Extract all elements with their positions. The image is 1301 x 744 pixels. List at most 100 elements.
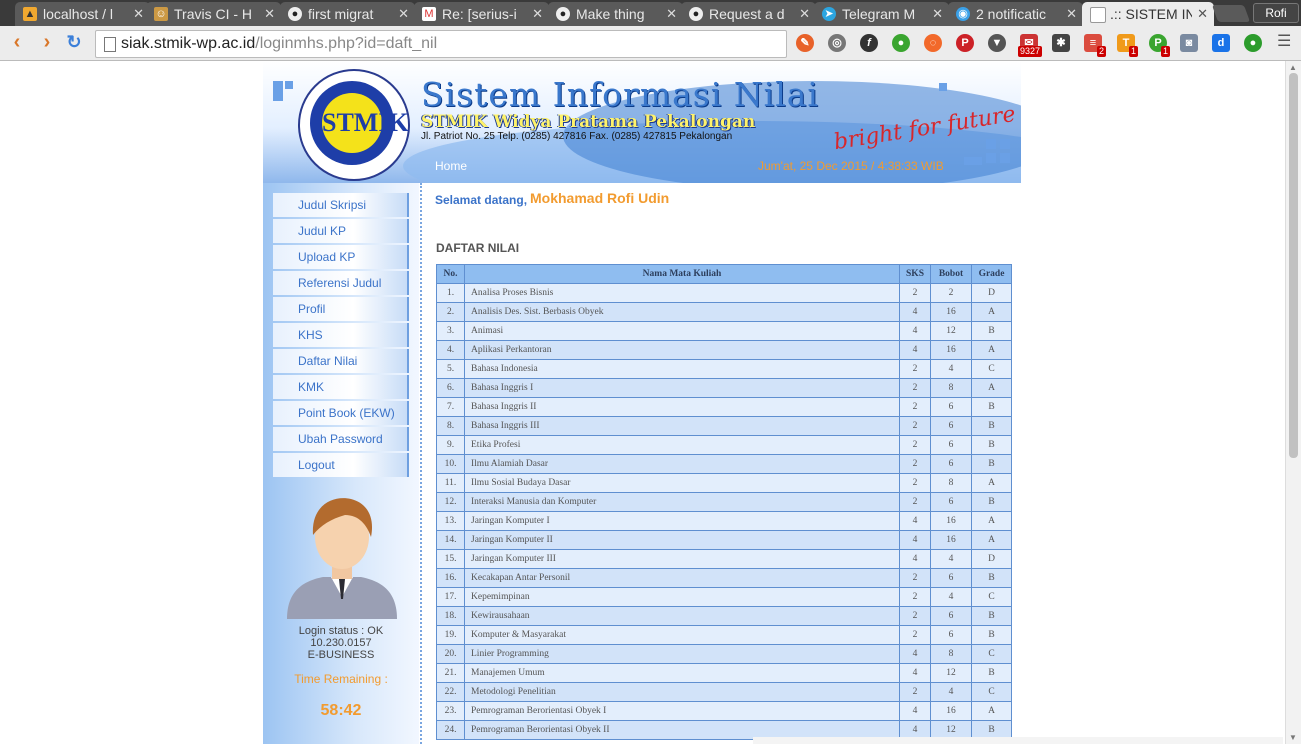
sks-value: 2: [899, 492, 931, 512]
browser-tab[interactable]: .:: SISTEM IN ✕: [1082, 2, 1214, 26]
row-number: 9.: [436, 435, 465, 455]
sidebar-item-ubah-password[interactable]: Ubah Password: [273, 427, 409, 451]
grade-value: A: [971, 378, 1012, 398]
scroll-up-icon[interactable]: ▲: [1289, 63, 1297, 72]
sidebar-item-point-book-ekw[interactable]: Point Book (EKW): [273, 401, 409, 425]
sks-value: 2: [899, 359, 931, 379]
menu-icon[interactable]: ☰: [1277, 34, 1293, 50]
mail-badge: 9327: [1018, 46, 1043, 57]
grade-value: A: [971, 530, 1012, 550]
decor-square: [939, 83, 947, 91]
sidebar-item-judul-skripsi[interactable]: Judul Skripsi: [273, 193, 409, 217]
address-bar[interactable]: siak.stmik-wp.ac.id/loginmhs.php?id=daft…: [95, 30, 876, 58]
grade-value: B: [971, 416, 1012, 436]
camera-icon[interactable]: ◙: [1180, 34, 1198, 52]
sks-value: 4: [899, 340, 931, 360]
sidebar-item-kmk[interactable]: KMK: [273, 375, 409, 399]
course-name: Pemrograman Berorientasi Obyek I: [464, 701, 900, 721]
course-name: Kewirausahaan: [464, 606, 900, 626]
tab-close-icon[interactable]: ✕: [1066, 2, 1077, 26]
formula-extension-icon[interactable]: f: [860, 34, 878, 52]
row-number: 19.: [436, 625, 465, 645]
bobot-value: 6: [930, 568, 972, 588]
course-name: Aplikasi Perkantoran: [464, 340, 900, 360]
travis-icon: ☺: [154, 7, 168, 21]
browser-tab[interactable]: ◉ 2 notificatic ✕: [948, 2, 1083, 26]
site-header: STMIK Sistem Informasi Nilai STMIK Widya…: [263, 61, 1021, 183]
browser-tab[interactable]: ☺ Travis CI - H ✕: [146, 2, 281, 26]
tab-close-icon[interactable]: ✕: [666, 2, 677, 26]
row-number: 13.: [436, 511, 465, 531]
grade-value: B: [971, 663, 1012, 683]
col-header-grade: Grade: [971, 264, 1012, 284]
page-scrollbar[interactable]: ▲ ▼: [1285, 61, 1301, 744]
green-extension-icon[interactable]: ●: [1244, 34, 1262, 52]
reload-button[interactable]: ↻: [63, 31, 85, 53]
bobot-value: 8: [930, 378, 972, 398]
table-row: 21. Manajemen Umum 4 12 B: [436, 663, 1012, 683]
asterisk-icon[interactable]: ✱: [1052, 34, 1070, 52]
sidebar-item-label: Ubah Password: [298, 432, 383, 446]
tab-close-icon[interactable]: ✕: [1197, 2, 1208, 26]
home-link[interactable]: Home: [435, 159, 467, 173]
tab-close-icon[interactable]: ✕: [799, 2, 810, 26]
grade-value: C: [971, 587, 1012, 607]
browser-tab[interactable]: ● Request a d ✕: [681, 2, 816, 26]
scroll-thumb[interactable]: [1289, 73, 1298, 458]
sks-value: 4: [899, 701, 931, 721]
sidebar-item-khs[interactable]: KHS: [273, 323, 409, 347]
t-badge: 1: [1129, 46, 1139, 57]
sidebar-item-judul-kp[interactable]: Judul KP: [273, 219, 409, 243]
grade-value: B: [971, 568, 1012, 588]
bobot-value: 6: [930, 454, 972, 474]
url-path: /loginmhs.php?id=daft_nil: [255, 35, 438, 52]
browser-tab[interactable]: ▲ localhost / l ✕: [15, 2, 150, 26]
telegram-icon: ➤: [822, 7, 836, 21]
sidebar-item-profil[interactable]: Profil: [273, 297, 409, 321]
tab-close-icon[interactable]: ✕: [532, 2, 543, 26]
bobot-value: 16: [930, 340, 972, 360]
tab-close-icon[interactable]: ✕: [398, 2, 409, 26]
extension-icon[interactable]: ◌: [924, 34, 942, 52]
table-row: 20. Linier Programming 4 8 C: [436, 644, 1012, 664]
shield-icon[interactable]: ▼: [988, 34, 1006, 52]
sidebar-item-upload-kp[interactable]: Upload KP: [273, 245, 409, 269]
pinterest-icon[interactable]: P: [956, 34, 974, 52]
row-number: 7.: [436, 397, 465, 417]
table-row: 8. Bahasa Inggris III 2 6 B: [436, 416, 1012, 436]
tab-close-icon[interactable]: ✕: [932, 2, 943, 26]
back-button[interactable]: ‹: [6, 31, 28, 53]
browser-tab[interactable]: ● first migrat ✕: [280, 2, 415, 26]
sidebar-item-label: KMK: [298, 380, 325, 394]
tab-close-icon[interactable]: ✕: [133, 2, 144, 26]
browser-tab[interactable]: ● Make thing ✕: [548, 2, 683, 26]
browser-tab[interactable]: M Re: [serius-i ✕: [414, 2, 549, 26]
sks-value: 2: [899, 397, 931, 417]
github-icon: ●: [556, 7, 570, 21]
profile-button[interactable]: Rofi: [1253, 3, 1299, 23]
sidebar-item-referensi-judul[interactable]: Referensi Judul: [273, 271, 409, 295]
grade-value: A: [971, 473, 1012, 493]
browser-tab[interactable]: ➤ Telegram M ✕: [814, 2, 949, 26]
course-name: Kecakapan Antar Personil: [464, 568, 900, 588]
tab-title: Request a d: [709, 6, 785, 22]
row-number: 17.: [436, 587, 465, 607]
new-tab-button[interactable]: [1211, 5, 1251, 22]
page-icon: [1090, 7, 1106, 23]
extension-icon[interactable]: ✎: [796, 34, 814, 52]
evernote-icon[interactable]: ●: [892, 34, 910, 52]
tab-close-icon[interactable]: ✕: [264, 2, 275, 26]
scroll-down-icon[interactable]: ▼: [1289, 733, 1297, 742]
course-name: Interaksi Manusia dan Komputer: [464, 492, 900, 512]
bobot-value: 6: [930, 397, 972, 417]
bobot-value: 4: [930, 587, 972, 607]
extension-icon[interactable]: ◎: [828, 34, 846, 52]
d-extension-icon[interactable]: d: [1212, 34, 1230, 52]
forward-button[interactable]: ›: [36, 31, 58, 53]
sidebar-item-daftar-nilai[interactable]: Daftar Nilai: [273, 349, 409, 373]
sidebar-item-logout[interactable]: Logout: [273, 453, 409, 477]
site-address: Jl. Patriot No. 25 Telp. (0285) 427816 F…: [421, 131, 733, 142]
program-name: E-BUSINESS: [307, 649, 375, 661]
bobot-value: 2: [930, 283, 972, 303]
course-name: Manajemen Umum: [464, 663, 900, 683]
